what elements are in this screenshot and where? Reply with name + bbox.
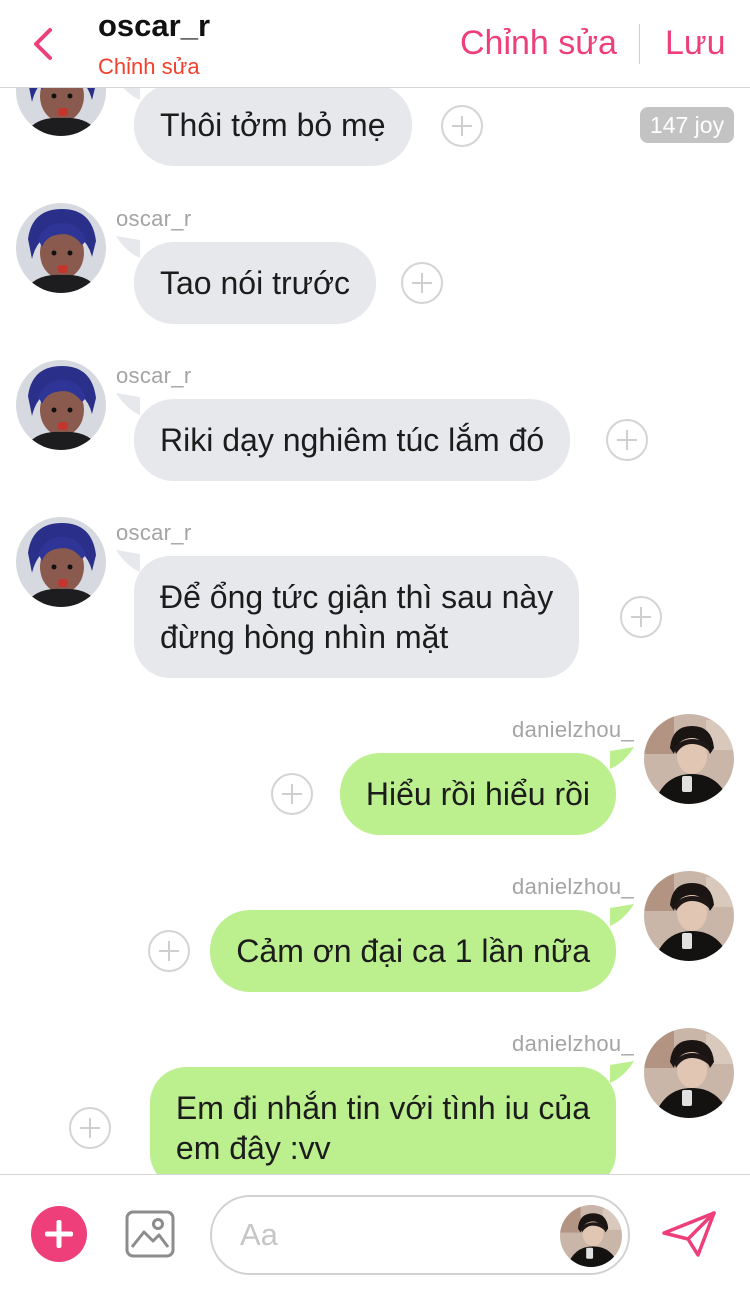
joy-badge: 147 joy <box>640 107 734 143</box>
chat-subtitle: Chỉnh sửa <box>98 54 200 79</box>
message-text-line: Em đi nhắn tin với tình iu của <box>175 1090 590 1126</box>
avatar[interactable] <box>16 203 106 293</box>
message-composer <box>210 1195 630 1275</box>
avatar[interactable] <box>644 714 734 804</box>
save-button[interactable]: Lưu <box>665 24 726 63</box>
message-bubble[interactable]: Riki dạy nghiêm túc lắm đó <box>134 399 571 481</box>
sender-name: danielzhou_ <box>512 717 634 742</box>
message-text: Riki dạy nghiêm túc lắm đó <box>160 422 545 458</box>
react-button[interactable] <box>620 596 662 638</box>
header-divider <box>639 24 640 64</box>
react-button[interactable] <box>441 105 483 147</box>
sender-name: danielzhou_ <box>512 1031 634 1056</box>
avatar[interactable] <box>16 517 106 607</box>
sender-name: oscar_r <box>116 206 192 231</box>
react-button[interactable] <box>401 262 443 304</box>
plus-circle-icon[interactable] <box>31 1206 87 1262</box>
bubble-tail <box>610 747 634 769</box>
react-button[interactable] <box>271 773 313 815</box>
message-text-line: đừng hòng nhìn mặt <box>160 619 449 655</box>
message-list[interactable]: Thôi tởm bỏ mẹ 147 joy oscar_r Tao nói t… <box>0 88 750 1174</box>
sender-name: oscar_r <box>116 520 192 545</box>
sender-name: danielzhou_ <box>512 874 634 899</box>
image-icon[interactable] <box>124 1209 176 1259</box>
bubble-tail <box>116 393 140 415</box>
edit-button[interactable]: Chỉnh sửa <box>460 24 617 63</box>
message-text: Tao nói trước <box>160 265 351 301</box>
react-button[interactable] <box>148 930 190 972</box>
composer-bar <box>0 1174 750 1294</box>
bubble-tail <box>610 904 634 926</box>
message-bubble[interactable]: Cảm ơn đại ca 1 lần nữa <box>210 910 616 992</box>
chat-title: oscar_r <box>98 8 211 43</box>
message-bubble[interactable]: Hiểu rồi hiểu rồi <box>339 753 616 835</box>
message-text-line: Để ổng tức giận thì sau này <box>160 579 554 615</box>
message-input[interactable] <box>240 1215 540 1255</box>
sender-name: oscar_r <box>116 363 192 388</box>
bubble-tail <box>116 550 140 572</box>
react-button[interactable] <box>69 1107 111 1149</box>
composer-avatar[interactable] <box>560 1205 622 1267</box>
bubble-tail <box>123 88 140 100</box>
message-bubble[interactable]: Tao nói trước <box>134 242 377 324</box>
chat-header: oscar_r Chỉnh sửa Chỉnh sửa Lưu <box>0 0 750 88</box>
message-text: Hiểu rồi hiểu rồi <box>365 776 590 812</box>
send-icon[interactable] <box>660 1209 718 1259</box>
avatar[interactable] <box>644 871 734 961</box>
message-bubble[interactable]: Em đi nhắn tin với tình iu của em đây :v… <box>149 1067 616 1174</box>
avatar[interactable] <box>16 360 106 450</box>
message-text-line: em đây :vv <box>175 1130 331 1166</box>
bubble-tail <box>116 236 140 258</box>
avatar[interactable] <box>644 1028 734 1118</box>
react-button[interactable] <box>606 419 648 461</box>
message-text: Cảm ơn đại ca 1 lần nữa <box>236 933 590 969</box>
chevron-left-icon[interactable] <box>28 24 60 64</box>
message-bubble[interactable]: Để ổng tức giận thì sau này đừng hòng nh… <box>134 556 580 678</box>
message-bubble[interactable]: Thôi tởm bỏ mẹ <box>134 88 412 166</box>
message-text: Thôi tởm bỏ mẹ <box>160 107 386 143</box>
avatar[interactable] <box>16 88 106 136</box>
bubble-tail <box>610 1061 634 1083</box>
